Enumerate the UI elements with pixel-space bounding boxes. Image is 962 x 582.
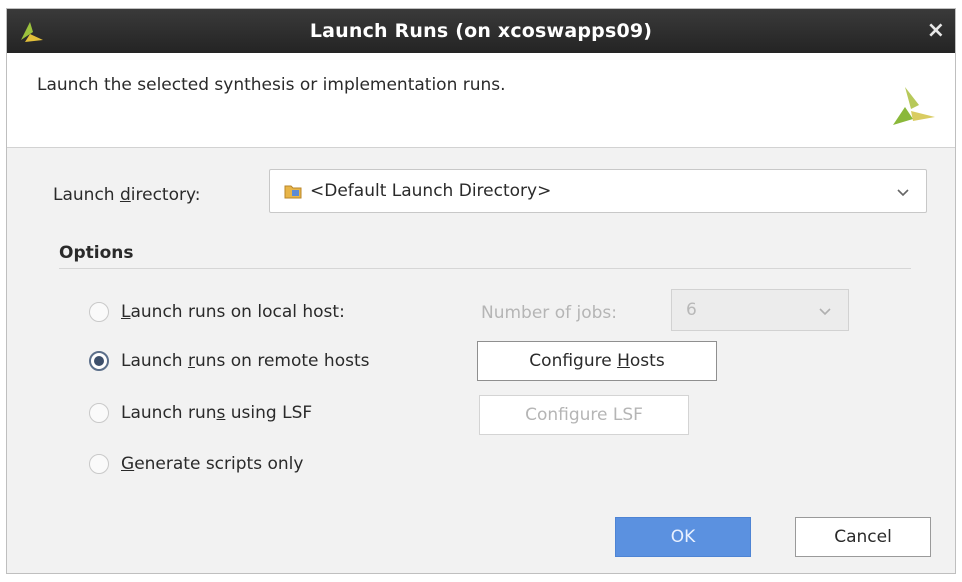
radio-button-selected[interactable] [89,351,109,371]
radio-button[interactable] [89,302,109,322]
radio-launch-remote[interactable]: Launch runs on remote hosts [89,346,369,376]
ok-button[interactable]: OK [615,517,751,557]
header-panel: Launch the selected synthesis or impleme… [7,53,955,148]
launch-directory-dropdown[interactable]: <Default Launch Directory> [269,169,927,213]
header-description: Launch the selected synthesis or impleme… [37,75,506,95]
chevron-down-icon [819,308,831,316]
number-of-jobs-value: 6 [686,300,697,320]
radio-generate-scripts[interactable]: Generate scripts only [89,449,303,479]
launch-directory-value: <Default Launch Directory> [310,181,552,201]
radio-button[interactable] [89,403,109,423]
window-title: Launch Runs (on xcoswapps09) [309,20,653,42]
radio-button[interactable] [89,454,109,474]
chevron-down-icon [897,189,909,197]
title-bar[interactable]: Launch Runs (on xcoswapps09) × [7,9,955,53]
radio-launch-remote-label: Launch runs on remote hosts [121,351,370,371]
radio-launch-local[interactable]: Launch runs on local host: [89,297,345,327]
vivado-logo-icon [893,87,935,125]
number-of-jobs-label: Number of jobs: [481,303,617,323]
launch-directory-label: Launch directory: [53,185,201,205]
close-icon[interactable]: × [927,9,945,53]
options-divider [59,268,911,269]
number-of-jobs-dropdown[interactable]: 6 [671,289,849,331]
options-heading: Options [59,243,134,263]
launch-runs-dialog: Launch Runs (on xcoswapps09) × Launch th… [6,8,956,574]
folder-icon [284,185,302,199]
radio-generate-scripts-label: Generate scripts only [121,454,304,474]
radio-launch-lsf-label: Launch runs using LSF [121,403,313,423]
cancel-button[interactable]: Cancel [795,517,931,557]
configure-lsf-button[interactable]: Configure LSF [479,395,689,435]
radio-launch-lsf[interactable]: Launch runs using LSF [89,398,312,428]
radio-launch-local-label: Launch runs on local host: [121,302,345,322]
configure-hosts-button[interactable]: Configure Hosts [477,341,717,381]
